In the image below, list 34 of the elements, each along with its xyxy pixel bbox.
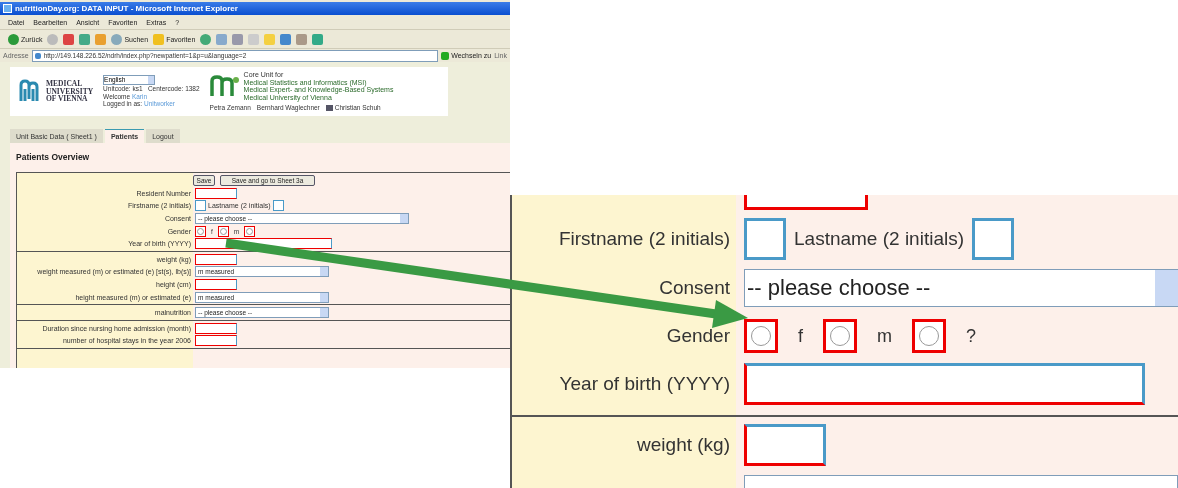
field-label: Lastname (2 initials)	[794, 228, 965, 251]
input-field[interactable]	[195, 335, 237, 347]
input-field[interactable]	[744, 218, 786, 261]
input-field[interactable]	[272, 200, 284, 212]
input-field[interactable]	[195, 238, 332, 250]
select-field[interactable]: -- please choose --	[744, 268, 1178, 307]
field-label: Gender	[666, 325, 730, 348]
radio-button[interactable]	[823, 319, 857, 354]
radio-button[interactable]	[244, 225, 256, 237]
field-label: weight (kg)	[637, 433, 730, 456]
input-field[interactable]	[744, 363, 1145, 406]
field-label: Year of birth (YYYY)	[559, 373, 730, 396]
option-label: ?	[966, 325, 977, 347]
field-label: Consent	[659, 276, 730, 299]
option-label: m	[877, 325, 892, 347]
option-label: f	[798, 325, 803, 347]
input-field[interactable]	[744, 195, 868, 210]
institute-logo	[209, 75, 240, 98]
radio-button[interactable]	[744, 319, 778, 354]
input-field[interactable]	[744, 423, 826, 466]
radio-button[interactable]	[217, 225, 229, 237]
radio-button[interactable]	[912, 319, 946, 354]
app-icon	[3, 4, 12, 13]
select-field[interactable]	[744, 474, 1178, 488]
window-title: nutritionDay.org: DATA INPUT - Microsoft Internet Explorer	[0, 2, 510, 15]
input-field[interactable]	[972, 218, 1015, 261]
page-heading: Patients Overview	[16, 152, 91, 162]
input-field[interactable]	[195, 200, 206, 212]
input-field[interactable]	[195, 278, 237, 290]
field-label: Firstname (2 initials)	[558, 228, 730, 251]
radio-button[interactable]	[195, 225, 206, 237]
input-field[interactable]	[195, 322, 237, 334]
input-field[interactable]	[195, 187, 237, 199]
input-field[interactable]	[195, 253, 237, 265]
